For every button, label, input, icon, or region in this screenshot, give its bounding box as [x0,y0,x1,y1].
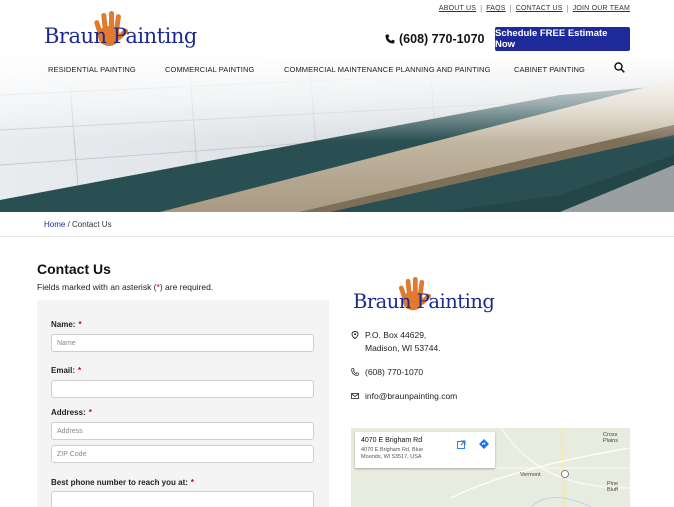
required-note-text-end: ) are required. [159,282,214,292]
map-place-address: 4070 E Brigham Rd, Blue Mounds, WI 53517… [361,447,424,460]
address-label: Address: * [51,408,92,417]
email-icon [351,393,359,399]
contact-us-link[interactable]: CONTACT US [516,5,563,12]
address-line-2: Madison, WI 53744. [365,343,441,353]
breadcrumb-separator: / [65,220,73,229]
address-line-1: P.O. Box 44629, [365,330,427,340]
required-mark: * [78,320,82,329]
required-note-text: Fields marked with an asterisk ( [37,282,157,292]
name-field[interactable]: Name [51,334,314,352]
map-label: Cross Plains [603,432,618,444]
map-label: Pine Bluff [607,481,619,493]
utility-nav: ABOUT US | FAQS | CONTACT US | JOIN OUR … [439,4,630,13]
nav-commercial-painting[interactable]: COMMERCIAL PAINTING [165,65,254,74]
map-pin-icon [351,331,359,339]
contact-email-address: info@braunpainting.com [365,391,458,401]
contact-form: Name: * Name Email: * Address: * Address ZI… [37,300,329,507]
about-us-link[interactable]: ABOUT US [439,5,476,12]
phone-icon [351,368,359,376]
directions-icon[interactable] [479,439,489,449]
faqs-link[interactable]: FAQS [486,5,505,12]
header-phone-number: (608) 770-1070 [399,32,485,46]
breadcrumb: Home / Contact Us [44,220,112,229]
header-phone[interactable]: (608) 770-1070 [385,32,484,46]
contact-phone[interactable]: (608) 770-1070 [351,366,423,379]
search-icon[interactable] [614,62,625,73]
logo-text: Braun Painting [44,24,197,48]
phone-label: Best phone number to reach you at: * [51,478,194,487]
utility-separator: | [566,4,569,13]
contact-logo: Braun Painting [353,276,498,316]
map-place-name: 4070 E Brigham Rd [361,437,423,444]
map-label: Vermont [520,472,541,478]
required-mark: * [78,366,82,375]
hero-image [0,55,674,212]
contact-address: P.O. Box 44629, Madison, WI 53744. [351,329,441,355]
location-map[interactable]: Cross Plains Vermont Pine Bluff 4070 E B… [351,428,630,507]
page-title: Contact Us [37,261,111,277]
name-label: Name: * [51,320,82,329]
zip-code-field[interactable]: ZIP Code [51,445,314,463]
email-label: Email: * [51,366,81,375]
phone-label-text: Best phone number to reach you at: [51,478,188,487]
join-our-team-link[interactable]: JOIN OUR TEAM [573,5,630,12]
breadcrumb-current: Contact Us [72,220,112,229]
nav-cabinet-painting[interactable]: CABINET PAINTING [514,65,585,74]
open-in-maps-icon[interactable] [457,440,466,449]
required-note: Fields marked with an asterisk (*) are r… [37,282,213,292]
logo-text: Braun Painting [353,290,495,313]
address-field[interactable]: Address [51,422,314,440]
email-field[interactable] [51,380,314,398]
contact-phone-number: (608) 770-1070 [365,367,424,377]
phone-field[interactable] [51,491,314,507]
schedule-estimate-button[interactable]: Schedule FREE Estimate Now [495,27,630,51]
utility-separator: | [480,4,483,13]
email-label-text: Email: [51,366,76,375]
address-label-text: Address: [51,408,86,417]
nav-residential-painting[interactable]: RESIDENTIAL PAINTING [48,65,136,74]
required-mark: * [190,478,195,487]
contact-email[interactable]: info@braunpainting.com [351,390,457,403]
site-logo[interactable]: Braun Painting [44,10,197,52]
required-mark: * [88,408,92,417]
breadcrumb-home[interactable]: Home [44,220,65,229]
utility-separator: | [509,4,512,13]
divider [0,236,674,237]
map-place-card: 4070 E Brigham Rd 4070 E Brigham Rd, Blu… [355,432,495,468]
phone-icon [385,34,395,44]
main-nav: RESIDENTIAL PAINTING COMMERCIAL PAINTING… [0,62,674,75]
name-label-text: Name: [51,320,76,329]
nav-commercial-maintenance[interactable]: COMMERCIAL MAINTENANCE PLANNING AND PAIN… [284,65,491,74]
